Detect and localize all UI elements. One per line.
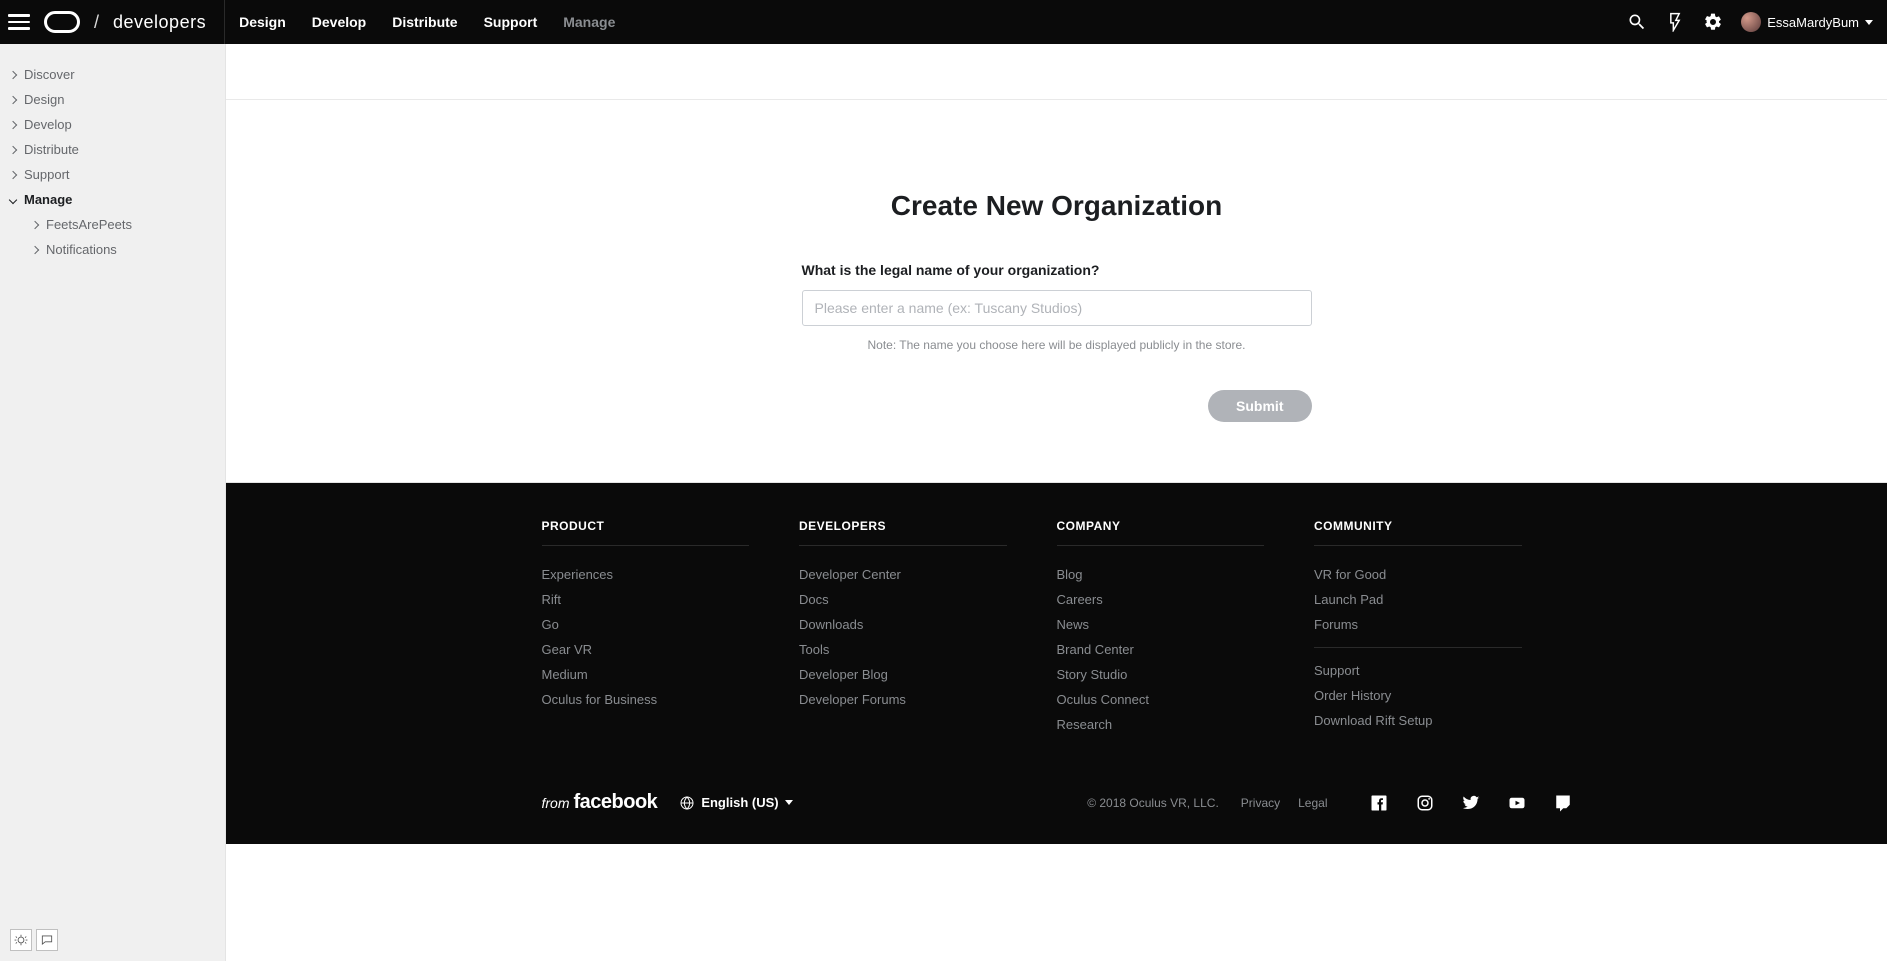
user-menu[interactable]: EssaMardyBum [1741,12,1873,32]
footer-link[interactable]: Order History [1314,683,1572,708]
facebook-icon[interactable] [1370,794,1388,812]
chevron-right-icon [9,95,17,103]
bolt-icon[interactable] [1665,12,1685,32]
footer-link[interactable]: Blog [1057,562,1315,587]
footer-link[interactable]: VR for Good [1314,562,1572,587]
instagram-icon[interactable] [1416,794,1434,812]
footer-link[interactable]: Brand Center [1057,637,1315,662]
chevron-right-icon [9,120,17,128]
copyright: © 2018 Oculus VR, LLC. [1087,796,1219,810]
nav-manage[interactable]: Manage [563,14,615,30]
sidebar: Discover Design Develop Distribute Suppo… [0,44,226,961]
brand-text[interactable]: developers [113,12,206,33]
sidebar-item-support[interactable]: Support [0,162,225,187]
footer-link[interactable]: Oculus Connect [1057,687,1315,712]
sidebar-item-discover[interactable]: Discover [0,62,225,87]
footer-link[interactable]: Forums [1314,612,1572,637]
twitter-icon[interactable] [1462,794,1480,812]
nav-support[interactable]: Support [484,14,538,30]
footer-link[interactable]: Developer Forums [799,687,1057,712]
footer-link[interactable]: Careers [1057,587,1315,612]
sidebar-item-manage[interactable]: Manage [0,187,225,212]
chevron-right-icon [31,245,39,253]
org-name-note: Note: The name you choose here will be d… [802,338,1312,352]
footer-link[interactable]: Support [1314,658,1572,683]
footer-col-title-product: PRODUCT [542,519,750,546]
youtube-icon[interactable] [1508,794,1526,812]
nav-design[interactable]: Design [239,14,286,30]
footer-link[interactable]: Download Rift Setup [1314,708,1572,733]
divider [224,0,225,44]
nav-distribute[interactable]: Distribute [392,14,457,30]
chevron-right-icon [9,170,17,178]
submit-button[interactable]: Submit [1208,390,1311,422]
divider [1314,647,1522,648]
sidebar-item-design[interactable]: Design [0,87,225,112]
gear-icon[interactable] [1703,12,1723,32]
footer-link[interactable]: Downloads [799,612,1057,637]
footer-col-title-community: COMMUNITY [1314,519,1522,546]
chevron-down-icon [785,800,793,805]
sidebar-subitem-org[interactable]: FeetsArePeets [22,212,225,237]
nav-develop[interactable]: Develop [312,14,366,30]
username: EssaMardyBum [1767,15,1859,30]
footer-link[interactable]: Tools [799,637,1057,662]
footer-link[interactable]: Medium [542,662,800,687]
search-icon[interactable] [1627,12,1647,32]
footer-link[interactable]: Go [542,612,800,637]
language-selector[interactable]: English (US) [679,795,792,811]
sidebar-item-distribute[interactable]: Distribute [0,137,225,162]
footer-link[interactable]: Experiences [542,562,800,587]
globe-icon [679,795,695,811]
footer-link[interactable]: Research [1057,712,1315,737]
sidebar-item-develop[interactable]: Develop [0,112,225,137]
chevron-down-icon [9,195,17,203]
org-name-label: What is the legal name of your organizat… [802,262,1312,278]
chevron-right-icon [31,220,39,228]
footer-col-title-company: COMPANY [1057,519,1265,546]
footer-link[interactable]: News [1057,612,1315,637]
avatar-icon [1741,12,1761,32]
oculus-logo-icon[interactable] [44,11,80,33]
footer-col-title-developers: DEVELOPERS [799,519,1007,546]
legal-link[interactable]: Legal [1298,796,1327,810]
footer: PRODUCT Experiences Rift Go Gear VR Medi… [226,483,1887,844]
chevron-down-icon [1865,20,1873,25]
footer-link[interactable]: Story Studio [1057,662,1315,687]
page-title: Create New Organization [226,190,1887,222]
footer-link[interactable]: Launch Pad [1314,587,1572,612]
chat-icon[interactable] [36,929,58,951]
separator: / [94,12,99,33]
from-facebook: fromfacebook [542,791,658,814]
footer-link[interactable]: Developer Blog [799,662,1057,687]
bug-icon[interactable] [10,929,32,951]
chevron-right-icon [9,145,17,153]
footer-link[interactable]: Rift [542,587,800,612]
twitch-icon[interactable] [1554,794,1572,812]
top-nav: Design Develop Distribute Support Manage [239,14,615,30]
sidebar-subitem-notifications[interactable]: Notifications [22,237,225,262]
chevron-right-icon [9,70,17,78]
footer-link[interactable]: Developer Center [799,562,1057,587]
footer-link[interactable]: Oculus for Business [542,687,800,712]
footer-link[interactable]: Gear VR [542,637,800,662]
footer-link[interactable]: Docs [799,587,1057,612]
privacy-link[interactable]: Privacy [1241,796,1280,810]
hamburger-menu-icon[interactable] [6,10,30,34]
org-name-input[interactable] [802,290,1312,326]
